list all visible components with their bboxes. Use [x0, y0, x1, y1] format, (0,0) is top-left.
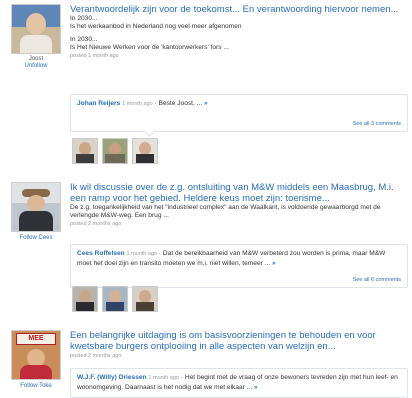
commenter-avatar[interactable]: [132, 138, 158, 164]
post-timestamp: posted 2 months ago: [70, 353, 122, 359]
comment: W.J.F. (Willy) Driessen 1 month ago · He…: [71, 369, 407, 396]
post-2: Follow Cees Ik wil discussie over de z.g…: [0, 182, 412, 312]
commenter-name[interactable]: W.J.F. (Willy) Driessen: [77, 374, 147, 381]
post-title[interactable]: Een belangrijke uitdaging is om basisvoo…: [70, 330, 408, 352]
author-name[interactable]: Joost: [10, 56, 62, 63]
commenter-avatar[interactable]: [72, 286, 98, 312]
commenter-thumbnails: [72, 138, 158, 164]
comment-text: · Beste Joost, ...: [154, 100, 203, 107]
commenter-name[interactable]: Cees Roffelsen: [77, 250, 125, 257]
post-text-line: Is Het Nieuwe Werken voor de 'kantoorwer…: [70, 44, 229, 51]
post-text-line: De z.g. toegankelijkheid van het "indust…: [70, 204, 381, 219]
post-title[interactable]: Verantwoordelijk zijn voor de toekomst..…: [70, 4, 408, 15]
read-more-link[interactable]: »: [272, 260, 276, 267]
commenter-name[interactable]: Johan Reijers: [77, 100, 120, 107]
follow-link[interactable]: Follow Cees: [10, 235, 62, 242]
comment-pointer: [143, 124, 156, 137]
comment-time: 1 month ago: [148, 375, 179, 381]
commenter-avatar[interactable]: [102, 138, 128, 164]
post-text-line: Is het werkaanbod in Nederland nog veel …: [70, 23, 242, 30]
commenter-thumbnails: [72, 286, 158, 312]
read-more-link[interactable]: »: [254, 384, 258, 391]
post-timestamp: posted 1 month ago: [70, 53, 119, 59]
author-avatar[interactable]: [11, 4, 61, 54]
post-title[interactable]: Ik wil discussie over de z.g. ontsluitin…: [70, 182, 408, 204]
author-avatar[interactable]: [11, 182, 61, 232]
commenter-avatar[interactable]: [132, 286, 158, 312]
post-text-line: In 2030...: [70, 36, 98, 43]
comment: Cees Roffelsen 1 month ago · Dat de bere…: [71, 245, 407, 272]
commenter-avatar[interactable]: [102, 286, 128, 312]
post-timestamp: posted 2 months ago: [70, 221, 122, 227]
commenter-avatar[interactable]: [72, 138, 98, 164]
read-more-link[interactable]: »: [204, 100, 208, 107]
see-all-comments-link[interactable]: See all 3 comments: [353, 121, 401, 127]
post-text-line: In 2030...: [70, 15, 98, 22]
comment-box: Johan Reijers 1 month ago · Beste Joost,…: [70, 94, 408, 137]
comment-time: 1 month ago: [122, 101, 153, 107]
author-avatar[interactable]: MEE: [11, 330, 61, 380]
post-3: MEE Follow Toke Een belangrijke uitdagin…: [0, 330, 412, 398]
comment-time: 1 month ago: [126, 251, 158, 257]
mee-sign: MEE: [16, 333, 56, 345]
unfollow-link[interactable]: Unfollow: [10, 63, 62, 70]
post-1: Joost Unfollow Verantwoordelijk zijn voo…: [0, 4, 412, 164]
comment-box: Cees Roffelsen 1 month ago · Dat de bere…: [70, 244, 408, 293]
comment-box: W.J.F. (Willy) Driessen 1 month ago · He…: [70, 368, 408, 398]
see-all-comments-link[interactable]: See all 6 comments: [353, 277, 401, 283]
comment: Johan Reijers 1 month ago · Beste Joost,…: [71, 95, 407, 113]
follow-link[interactable]: Follow Toke: [10, 383, 62, 390]
